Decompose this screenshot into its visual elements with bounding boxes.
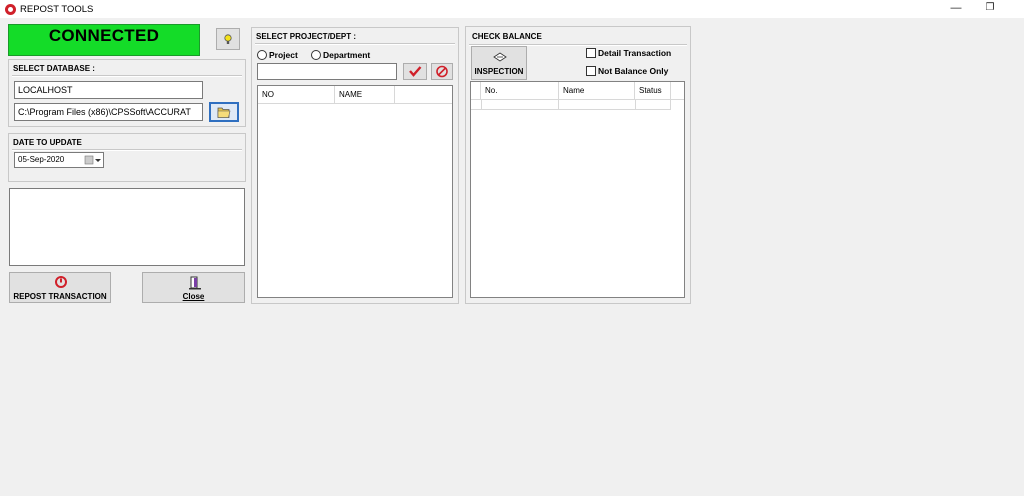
column-header-no[interactable]: NO — [258, 86, 335, 104]
inspection-icon — [493, 52, 507, 62]
check-balance-title: CHECK BALANCE — [472, 32, 542, 41]
not-balance-only-label: Not Balance Only — [598, 66, 669, 76]
column-header-name[interactable]: NAME — [335, 86, 395, 104]
repost-transaction-button[interactable]: REPOST TRANSACTION — [9, 272, 111, 303]
close-label: Close — [182, 292, 205, 301]
lightbulb-icon — [224, 34, 232, 44]
exit-door-icon — [189, 276, 201, 290]
not-balance-only-checkbox[interactable] — [586, 66, 596, 76]
server-input[interactable]: LOCALHOST — [14, 81, 203, 99]
select-project-dept-title: SELECT PROJECT/DEPT : — [256, 32, 357, 41]
column-header-no[interactable]: No. — [481, 82, 559, 100]
cancel-button[interactable] — [431, 63, 453, 80]
department-radio-label: Department — [323, 50, 371, 60]
date-picker[interactable]: 05-Sep-2020 — [14, 152, 104, 168]
restore-button[interactable]: ❐ — [972, 0, 1008, 18]
inspection-label: INSPECTION — [474, 67, 524, 76]
project-radio[interactable] — [257, 50, 267, 60]
cancel-icon — [436, 65, 448, 78]
project-radio-label: Project — [269, 50, 298, 60]
window-title: REPOST TOOLS — [20, 4, 94, 15]
title-bar: REPOST TOOLS — ❐ — [0, 0, 1024, 18]
project-dept-table[interactable]: NO NAME — [257, 85, 453, 298]
column-header-status[interactable]: Status — [635, 82, 671, 100]
connection-status: CONNECTED — [8, 24, 200, 56]
close-button[interactable]: Close — [142, 272, 245, 303]
repost-transaction-label: REPOST TRANSACTION — [13, 292, 107, 301]
minimize-button[interactable]: — — [938, 0, 974, 18]
checkmark-icon — [409, 66, 422, 77]
database-path-input[interactable]: C:\Program Files (x86)\CPSSoft\ACCURAT — [14, 103, 203, 121]
project-search-input[interactable] — [257, 63, 397, 80]
repost-icon — [55, 276, 67, 288]
lightbulb-button[interactable] — [216, 28, 240, 50]
department-radio[interactable] — [311, 50, 321, 60]
table-row[interactable] — [471, 100, 671, 110]
column-header-name[interactable]: Name — [559, 82, 635, 100]
select-database-title: SELECT DATABASE : — [13, 64, 95, 73]
date-to-update-title: DATE TO UPDATE — [13, 138, 82, 147]
browse-database-button[interactable] — [209, 102, 239, 122]
detail-transaction-checkbox[interactable] — [586, 48, 596, 58]
inspection-button[interactable]: INSPECTION — [471, 46, 527, 80]
balance-table[interactable]: No. Name Status — [470, 81, 685, 298]
detail-transaction-label: Detail Transaction — [598, 48, 672, 58]
calendar-icon — [84, 155, 101, 165]
folder-browse-icon — [217, 107, 231, 118]
date-value: 05-Sep-2020 — [18, 155, 65, 164]
log-output-area[interactable] — [9, 188, 245, 266]
apply-button[interactable] — [403, 63, 427, 80]
app-logo-icon — [5, 4, 16, 15]
